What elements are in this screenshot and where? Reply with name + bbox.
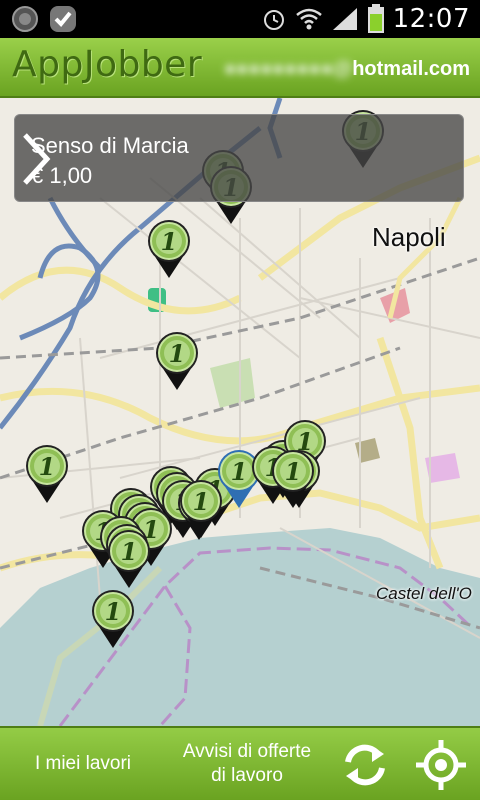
job-pin-icon: 1	[92, 590, 134, 648]
app-header: AppJobber ●●●●●●●●●@hotmail.com	[0, 38, 480, 98]
svg-text:1: 1	[161, 227, 178, 256]
app-notification-icon	[10, 4, 40, 34]
job-pin-icon: 1	[272, 450, 314, 508]
my-location-icon[interactable]	[414, 738, 468, 792]
job-pin-icon: 1	[156, 332, 198, 390]
status-bar: 12:07	[0, 0, 480, 38]
job-marker[interactable]: 1	[154, 330, 200, 392]
refresh-icon[interactable]	[338, 740, 392, 790]
app-title: AppJobber	[12, 44, 203, 85]
account-email: ●●●●●●●●●@hotmail.com	[223, 58, 470, 80]
job-marker[interactable]: 1	[90, 588, 136, 650]
wifi-icon	[295, 8, 322, 30]
job-marker[interactable]: 1	[24, 443, 70, 505]
my-jobs-button[interactable]: I miei lavori	[18, 752, 148, 776]
map-label-castel: Castel dell'O	[376, 584, 472, 603]
map-view[interactable]: Napoli Castel dell'O 1111111111111111111…	[0, 98, 480, 726]
job-info-panel[interactable]: Senso di Marcia € 1,00	[14, 114, 464, 202]
svg-text:1: 1	[121, 537, 138, 566]
clock: 12:07	[392, 4, 470, 34]
svg-text:1: 1	[169, 339, 186, 368]
map-label-napoli: Napoli	[372, 222, 446, 252]
job-marker[interactable]: 1	[146, 218, 192, 280]
alarm-icon	[263, 10, 284, 30]
job-pin-icon: 1	[26, 445, 68, 503]
checkmark-notification-icon	[48, 4, 78, 34]
battery-icon	[367, 4, 384, 33]
job-offers-alerts-button[interactable]: Avvisi di offerte di lavoro	[168, 740, 326, 788]
job-pin-icon: 1	[148, 220, 190, 278]
signal-icon	[332, 8, 357, 30]
job-marker[interactable]: 1	[106, 528, 152, 590]
bottom-toolbar: I miei lavori Avvisi di offerte di lavor…	[0, 726, 480, 800]
svg-text:1: 1	[231, 457, 248, 486]
svg-text:1: 1	[105, 597, 122, 626]
svg-text:1: 1	[193, 487, 210, 516]
svg-text:1: 1	[285, 457, 302, 486]
chevron-right-icon[interactable]	[15, 131, 55, 187]
job-offers-line2: di lavoro	[211, 765, 283, 786]
job-pin-icon: 1	[108, 530, 150, 588]
svg-text:1: 1	[39, 452, 56, 481]
job-offers-line1: Avvisi di offerte	[182, 741, 312, 762]
job-marker[interactable]: 1	[270, 448, 316, 510]
account-email-domain: hotmail.com	[352, 58, 470, 80]
